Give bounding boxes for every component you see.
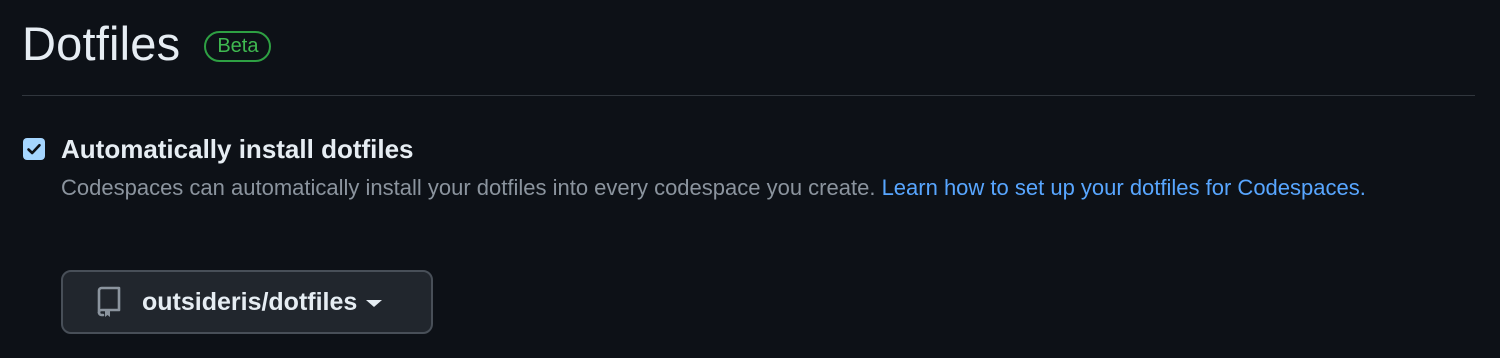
auto-install-checkbox[interactable] — [23, 138, 45, 160]
description-text: Codespaces can automatically install you… — [61, 175, 882, 200]
dotfiles-help-link[interactable]: Learn how to set up your dotfiles for Co… — [882, 175, 1366, 200]
repo-icon — [96, 286, 122, 318]
page-title: Dotfiles — [22, 17, 181, 70]
auto-install-setting: Automatically install dotfiles — [23, 133, 414, 165]
auto-install-label[interactable]: Automatically install dotfiles — [61, 133, 414, 165]
page-header: Dotfiles Beta — [22, 14, 272, 74]
repo-select-value: outsideris/dotfiles — [142, 287, 358, 316]
header-divider — [22, 95, 1475, 96]
beta-badge: Beta — [204, 30, 272, 62]
dotfiles-repo-select[interactable]: outsideris/dotfiles — [61, 270, 433, 334]
triangle-down-icon — [366, 299, 383, 307]
checkmark-icon — [27, 143, 41, 155]
setting-description: Codespaces can automatically install you… — [61, 170, 1461, 206]
